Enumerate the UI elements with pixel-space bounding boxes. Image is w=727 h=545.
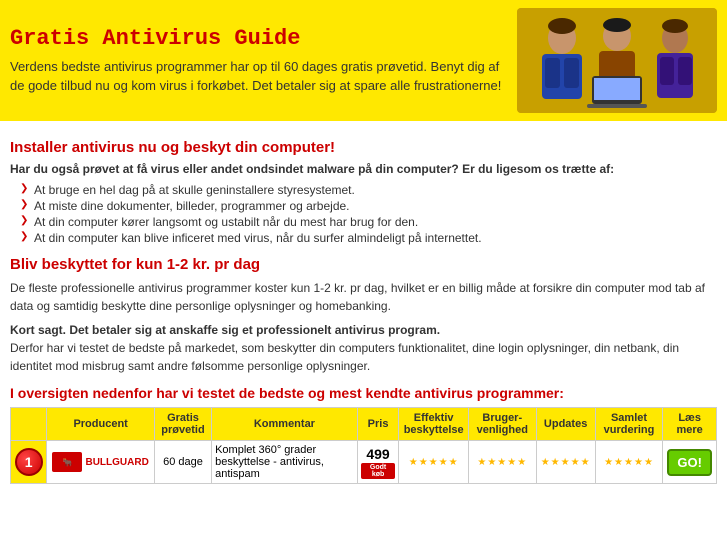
section3: I oversigten nedenfor har vi testet de b…	[10, 385, 717, 484]
price-badge: Godt køb	[361, 463, 396, 479]
header-image	[517, 8, 717, 113]
section2-para2detail: Derfor har vi testet de bedste på marked…	[10, 341, 679, 373]
th-rank	[11, 408, 47, 441]
th-comment: Kommentar	[212, 408, 358, 441]
bullet-item: At din computer kan blive inficeret med …	[20, 230, 717, 246]
header-section: Gratis Antivirus Guide Verdens bedste an…	[0, 0, 727, 121]
rank-cell: 1	[11, 441, 47, 484]
bull-icon: 🐂	[52, 452, 82, 472]
section3-title: I oversigten nedenfor har vi testet de b…	[10, 385, 717, 401]
bullguard-name: BULLGUARD	[85, 457, 148, 468]
section1-title: Installer antivirus nu og beskyt din com…	[10, 139, 717, 156]
th-laes: Læs mere	[663, 408, 717, 441]
effektiv-cell: ★★★★★	[399, 441, 469, 484]
header-title: Gratis Antivirus Guide	[10, 26, 507, 51]
section1-intro: Har du også prøvet at få virus eller and…	[10, 162, 717, 176]
th-effektiv: Effektivbeskyttelse	[399, 408, 469, 441]
bullguard-logo: 🐂 BULLGUARD	[50, 452, 150, 472]
laes-cell[interactable]: GO!	[663, 441, 717, 484]
section1: Installer antivirus nu og beskyt din com…	[10, 139, 717, 246]
bullet-item: At miste dine dokumenter, billeder, prog…	[20, 198, 717, 214]
antivirus-table: Producent Gratisprøvetid Kommentar Pris …	[10, 407, 717, 484]
th-updates: Updates	[536, 408, 595, 441]
header-description: Verdens bedste antivirus programmer har …	[10, 57, 507, 96]
samlet-cell: ★★★★★	[595, 441, 663, 484]
section2-para2bold: Kort sagt. Det betaler sig at anskaffe s…	[10, 323, 440, 337]
th-producer: Producent	[47, 408, 154, 441]
table-header-row: Producent Gratisprøvetid Kommentar Pris …	[11, 408, 717, 441]
rank-badge: 1	[15, 448, 43, 476]
bullet-item: At bruge en hel dag på at skulle geninst…	[20, 182, 717, 198]
page-wrapper: Gratis Antivirus Guide Verdens bedste an…	[0, 0, 727, 492]
th-samlet: Samletvurdering	[595, 408, 663, 441]
header-text-area: Gratis Antivirus Guide Verdens bedste an…	[10, 26, 517, 96]
section2-para2: Kort sagt. Det betaler sig at anskaffe s…	[10, 321, 717, 375]
price-cell: 499 Godt køb	[357, 441, 399, 484]
section2-title: Bliv beskyttet for kun 1-2 kr. pr dag	[10, 256, 717, 273]
comment-cell: Komplet 360° grader beskyttelse - antivi…	[212, 441, 358, 484]
bullet-list: At bruge en hel dag på at skulle geninst…	[20, 182, 717, 246]
table-row: 1 🐂 BULLGUARD 60 dage Komplet 360° grade…	[11, 441, 717, 484]
main-content: Installer antivirus nu og beskyt din com…	[0, 121, 727, 492]
section2: Bliv beskyttet for kun 1-2 kr. pr dag De…	[10, 256, 717, 375]
producer-cell: 🐂 BULLGUARD	[47, 441, 154, 484]
go-button[interactable]: GO!	[667, 449, 712, 476]
updates-cell: ★★★★★	[536, 441, 595, 484]
samlet-stars: ★★★★★	[599, 457, 660, 468]
th-bruger: Bruger-venlighed	[468, 408, 536, 441]
bruger-stars: ★★★★★	[472, 457, 533, 468]
price-number: 499	[361, 446, 396, 462]
th-gratis: Gratisprøvetid	[154, 408, 211, 441]
bullet-item: At din computer kører langsomt og ustabi…	[20, 214, 717, 230]
effektiv-stars: ★★★★★	[402, 457, 465, 468]
bruger-cell: ★★★★★	[468, 441, 536, 484]
section2-para1: De fleste professionelle antivirus progr…	[10, 279, 717, 315]
updates-stars: ★★★★★	[540, 457, 592, 468]
th-price: Pris	[357, 408, 399, 441]
gratis-cell: 60 dage	[154, 441, 211, 484]
header-illustration	[517, 8, 717, 113]
